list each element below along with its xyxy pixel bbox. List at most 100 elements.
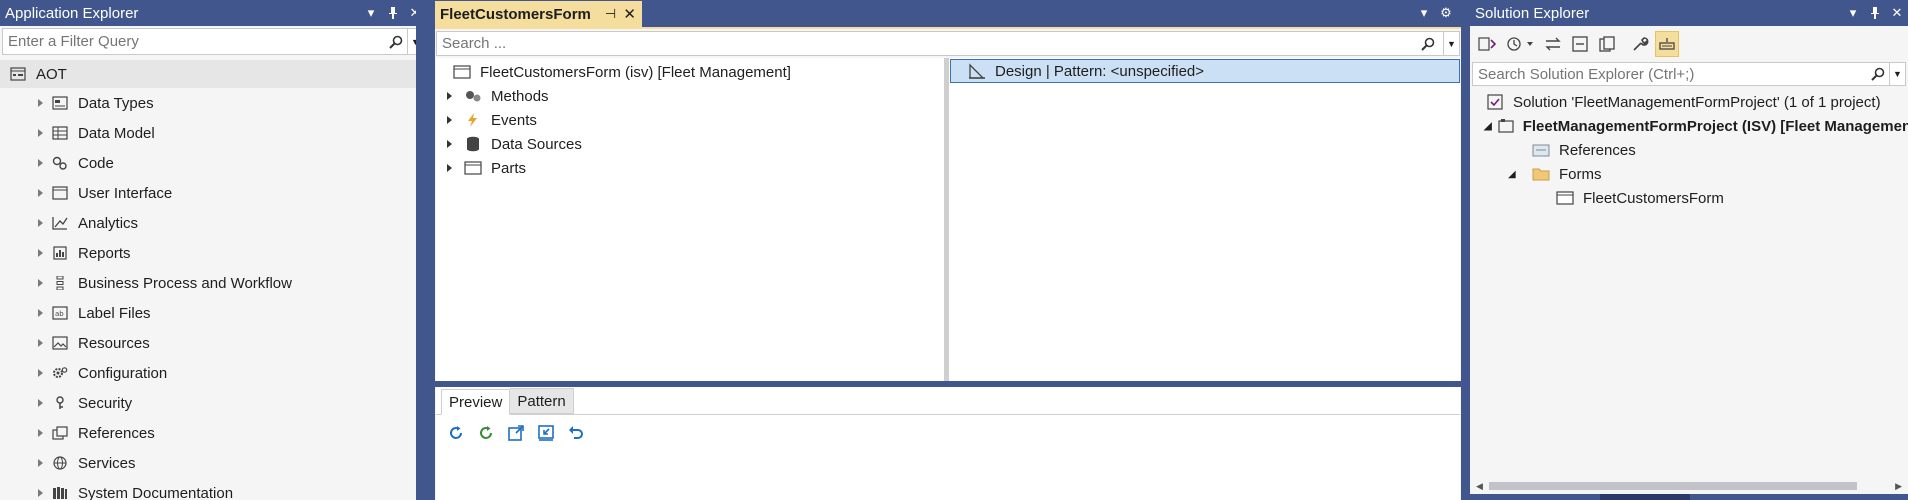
form-root-label: FleetCustomersForm (isv) [Fleet Manageme… xyxy=(480,63,791,81)
form-node[interactable]: Methods xyxy=(436,84,944,108)
aot-node[interactable]: Data Model xyxy=(0,118,422,148)
expand-arrow-icon[interactable] xyxy=(38,309,43,317)
expand-arrow-icon[interactable] xyxy=(38,399,43,407)
expand-arrow-icon[interactable] xyxy=(38,369,43,377)
expand-arrow-icon[interactable] xyxy=(38,489,43,497)
expand-arrow-icon[interactable] xyxy=(38,279,43,287)
aot-node[interactable]: Reports xyxy=(0,238,422,268)
switch-views-icon[interactable] xyxy=(1475,31,1499,57)
workflow-icon xyxy=(51,275,69,291)
design-node[interactable]: Design | Pattern: <unspecified> xyxy=(950,59,1460,83)
refresh-all-icon[interactable] xyxy=(474,421,498,445)
close-icon[interactable]: ✕ xyxy=(1886,2,1908,24)
expand-arrow-icon[interactable] xyxy=(38,249,43,257)
pin-icon[interactable] xyxy=(382,2,404,24)
aot-node-label: Analytics xyxy=(78,214,139,232)
dropdown-icon[interactable]: ▾ xyxy=(360,2,382,24)
expand-arrow-icon[interactable] xyxy=(38,459,43,467)
pin-icon[interactable] xyxy=(1864,2,1886,24)
aot-node[interactable]: ab Label Files xyxy=(0,298,422,328)
refresh-icon[interactable] xyxy=(444,421,468,445)
properties-wrench-icon[interactable] xyxy=(1628,31,1652,57)
aot-tree: AOT Data Types Data Model Code User Interfa… xyxy=(0,60,422,500)
bottom-tab-indicator[interactable] xyxy=(1600,494,1690,500)
scroll-left-icon[interactable]: ◀ xyxy=(1476,481,1483,492)
aot-node[interactable]: Configuration xyxy=(0,358,422,388)
export-icon[interactable] xyxy=(534,421,558,445)
document-search-input[interactable] xyxy=(437,35,1421,52)
form-file-node[interactable]: FleetCustomersForm xyxy=(1470,186,1908,210)
references-node[interactable]: References xyxy=(1470,138,1908,162)
expand-arrow-icon[interactable] xyxy=(38,429,43,437)
aot-node[interactable]: User Interface xyxy=(0,178,422,208)
tab-preview[interactable]: Preview xyxy=(441,389,511,415)
expand-arrow-icon[interactable] xyxy=(447,116,452,124)
expand-arrow-icon[interactable] xyxy=(38,99,43,107)
search-icon[interactable] xyxy=(1421,32,1443,55)
scroll-right-icon[interactable]: ▶ xyxy=(1895,481,1902,492)
aot-node[interactable]: Code xyxy=(0,148,422,178)
tab-fleetcustomersform[interactable]: FleetCustomersForm ⊣ ✕ xyxy=(435,1,642,27)
tab-pattern[interactable]: Pattern xyxy=(510,388,574,414)
undo-icon[interactable] xyxy=(564,421,588,445)
aot-node[interactable]: References xyxy=(0,418,422,448)
search-icon[interactable] xyxy=(1867,63,1889,85)
bottom-strip xyxy=(1470,494,1908,500)
tab-list-dropdown-icon[interactable]: ▾ xyxy=(1413,2,1435,24)
expand-arrow-icon[interactable] xyxy=(38,129,43,137)
document-body: ▼ FleetCustomersForm (isv) [Fleet Manage… xyxy=(435,27,1461,500)
search-dropdown-icon[interactable]: ▼ xyxy=(1443,32,1459,55)
aot-node[interactable]: Data Types xyxy=(0,88,422,118)
sync-icon[interactable] xyxy=(1541,31,1565,57)
show-all-files-icon[interactable] xyxy=(1595,31,1619,57)
search-dropdown-icon[interactable]: ▼ xyxy=(1889,63,1905,85)
aot-node-label: Configuration xyxy=(78,364,168,382)
filter-query-input[interactable] xyxy=(3,33,385,50)
resources-icon xyxy=(51,335,69,351)
scroll-track[interactable] xyxy=(1488,482,1889,490)
preview-selected-items-icon[interactable] xyxy=(1655,31,1679,57)
expand-arrow-icon[interactable] xyxy=(38,189,43,197)
scroll-thumb[interactable] xyxy=(1488,482,1858,490)
expand-arrow-icon[interactable] xyxy=(38,339,43,347)
collapse-all-icon[interactable] xyxy=(1568,31,1592,57)
reports-icon xyxy=(51,245,69,261)
close-tab-icon[interactable]: ✕ xyxy=(623,5,636,23)
aot-node[interactable]: Business Process and Workflow xyxy=(0,268,422,298)
pin-icon[interactable]: ⊣ xyxy=(605,6,616,22)
expand-arrow-icon[interactable] xyxy=(38,159,43,167)
expanded-arrow-icon[interactable]: ◢ xyxy=(1484,121,1492,132)
pending-changes-icon[interactable] xyxy=(1502,31,1538,57)
solution-node[interactable]: Solution 'FleetManagementFormProject' (1… xyxy=(1470,90,1908,114)
expand-arrow-icon[interactable] xyxy=(447,164,452,172)
project-node[interactable]: ◢ FleetManagementFormProject (ISV) [Flee… xyxy=(1470,114,1908,138)
forms-folder-node[interactable]: ◢ Forms xyxy=(1470,162,1908,186)
aot-node[interactable]: Security xyxy=(0,388,422,418)
form-root-node[interactable]: FleetCustomersForm (isv) [Fleet Manageme… xyxy=(436,60,944,84)
aot-node[interactable]: Services xyxy=(0,448,422,478)
solution-search-input[interactable] xyxy=(1473,65,1867,83)
solution-label: Solution 'FleetManagementFormProject' (1… xyxy=(1513,93,1881,111)
open-in-window-icon[interactable] xyxy=(504,421,528,445)
security-icon xyxy=(51,395,69,411)
form-node[interactable]: Data Sources xyxy=(436,132,944,156)
application-explorer-title: Application Explorer xyxy=(5,4,139,22)
form-design-pane: Design | Pattern: <unspecified> xyxy=(949,58,1460,381)
gear-icon[interactable]: ⚙ xyxy=(1435,2,1457,24)
form-icon xyxy=(453,64,471,80)
app-explorer-splitter[interactable] xyxy=(416,0,426,500)
aot-node[interactable]: Resources xyxy=(0,328,422,358)
expand-arrow-icon[interactable] xyxy=(447,140,452,148)
aot-node[interactable]: Analytics xyxy=(0,208,422,238)
dropdown-icon[interactable]: ▾ xyxy=(1842,2,1864,24)
form-node[interactable]: Parts xyxy=(436,156,944,180)
form-node[interactable]: Events xyxy=(436,108,944,132)
expanded-arrow-icon[interactable]: ◢ xyxy=(1508,169,1520,180)
expand-arrow-icon[interactable] xyxy=(38,219,43,227)
aot-node[interactable]: System Documentation xyxy=(0,478,422,500)
horizontal-scrollbar[interactable]: ◀ ▶ xyxy=(1476,480,1902,492)
aot-root[interactable]: AOT xyxy=(0,60,422,88)
expand-arrow-icon[interactable] xyxy=(447,92,452,100)
search-icon[interactable] xyxy=(385,29,407,54)
project-icon xyxy=(1498,118,1514,134)
